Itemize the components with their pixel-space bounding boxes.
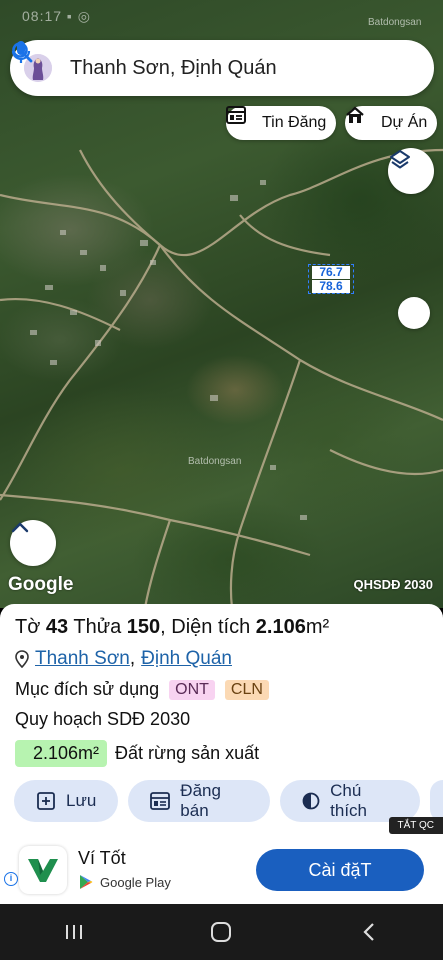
- project-house-icon: [346, 106, 375, 133]
- my-location-button[interactable]: [398, 297, 430, 329]
- map-layer-label: QHSDĐ 2030: [353, 577, 433, 592]
- ad-store-label: Google Play: [100, 874, 171, 890]
- area-value: 2.106: [255, 616, 306, 638]
- expand-up-button[interactable]: [10, 520, 56, 566]
- search-icon[interactable]: [12, 42, 386, 88]
- home-button[interactable]: [191, 912, 251, 952]
- legend-label: Chú thích: [330, 781, 368, 820]
- install-button[interactable]: Cài đặT: [256, 849, 424, 891]
- lot-number: 150: [126, 616, 161, 638]
- ad-banner[interactable]: i Ví Tốt Google Play Cài đặT: [0, 836, 443, 904]
- plan-type: Đất rừng sản xuất: [115, 743, 260, 763]
- chip-du-an-label: Dự Án: [381, 114, 428, 131]
- parcel-summary: Tờ 43 Thửa 150, Diện tích 2.106m²: [15, 616, 329, 639]
- back-icon: [363, 923, 374, 941]
- purpose-tag-ont: ONT: [169, 679, 215, 700]
- search-input[interactable]: Thanh Sơn, Định Quán: [70, 57, 346, 80]
- ad-app-name: Ví Tốt: [78, 848, 126, 868]
- parcel-info-panel: Tờ 43 Thửa 150, Diện tích 2.106m² Thanh …: [0, 604, 443, 836]
- plan-label: Quy hoạch SDĐ 2030: [15, 709, 191, 729]
- listing-icon: [226, 106, 256, 133]
- home-icon: [211, 922, 232, 942]
- legend-button[interactable]: Chú thích: [279, 780, 420, 822]
- dimension-bottom: 78.6: [312, 280, 350, 293]
- ad-store: Google Play: [78, 874, 171, 890]
- recent-apps-button[interactable]: [44, 912, 104, 952]
- sheet-label: Tờ: [15, 616, 41, 638]
- add-bookmark-icon: [36, 791, 56, 811]
- parcel-dimension-box[interactable]: 76.7 78.6: [308, 264, 354, 294]
- save-button[interactable]: Lưu: [14, 780, 119, 822]
- watermark-top: Batdongsan: [368, 17, 422, 28]
- google-play-icon: [80, 875, 93, 889]
- plan-detail: 2.106m² Đất rừng sản xuất: [15, 740, 259, 767]
- chip-tin-dang[interactable]: Tin Đăng: [226, 106, 337, 140]
- parcel-location: Thanh Sơn, Định Quán: [15, 648, 232, 670]
- ward-link[interactable]: Thanh Sơn: [35, 648, 130, 670]
- half-circle-icon: [302, 791, 321, 811]
- watermark-center: Batdongsan: [188, 456, 242, 467]
- lot-label: Thửa: [73, 616, 122, 638]
- sheet-number: 43: [45, 616, 69, 638]
- save-label: Lưu: [66, 791, 97, 810]
- plan-area-badge: 2.106m²: [15, 740, 108, 767]
- purpose-label: Mục đích sử dụng: [15, 679, 160, 699]
- district-link[interactable]: Định Quán: [141, 648, 232, 670]
- close-ad-button[interactable]: TẮT QC: [388, 817, 443, 834]
- chip-du-an[interactable]: Dự Án: [345, 106, 438, 140]
- google-logo: Google: [8, 574, 74, 595]
- system-nav-bar: [0, 904, 443, 960]
- area-label: , Diện tích: [160, 616, 251, 638]
- post-sale-button[interactable]: Đăng bán: [128, 780, 270, 822]
- purpose-tag-cln: CLN: [224, 679, 269, 700]
- post-sale-label: Đăng bán: [180, 781, 221, 820]
- area-unit: m²: [305, 616, 330, 638]
- status-bar-faded: 08:17 ▪ ◎: [22, 8, 91, 24]
- layers-button[interactable]: [388, 148, 434, 194]
- pin-icon: [15, 650, 29, 668]
- recent-apps-icon: [65, 925, 82, 939]
- action-bar: Lưu Đăng bán Chú thích: [14, 780, 443, 822]
- search-bar[interactable]: Thanh Sơn, Định Quán: [10, 40, 434, 96]
- back-button[interactable]: [339, 912, 399, 952]
- ad-info-icon[interactable]: i: [4, 872, 18, 886]
- listing-icon: [150, 791, 171, 811]
- vitot-app-icon: [19, 846, 67, 894]
- more-actions-partial[interactable]: [429, 780, 443, 822]
- dimension-top: 76.7: [312, 266, 350, 279]
- microphone-icon[interactable]: [11, 41, 426, 88]
- satellite-map[interactable]: 08:17 ▪ ◎ Batdongsan Thanh Sơn, Định Quá…: [0, 0, 443, 608]
- land-use-purpose: Mục đích sử dụng ONT CLN: [15, 679, 269, 700]
- chip-tin-dang-label: Tin Đăng: [262, 114, 327, 131]
